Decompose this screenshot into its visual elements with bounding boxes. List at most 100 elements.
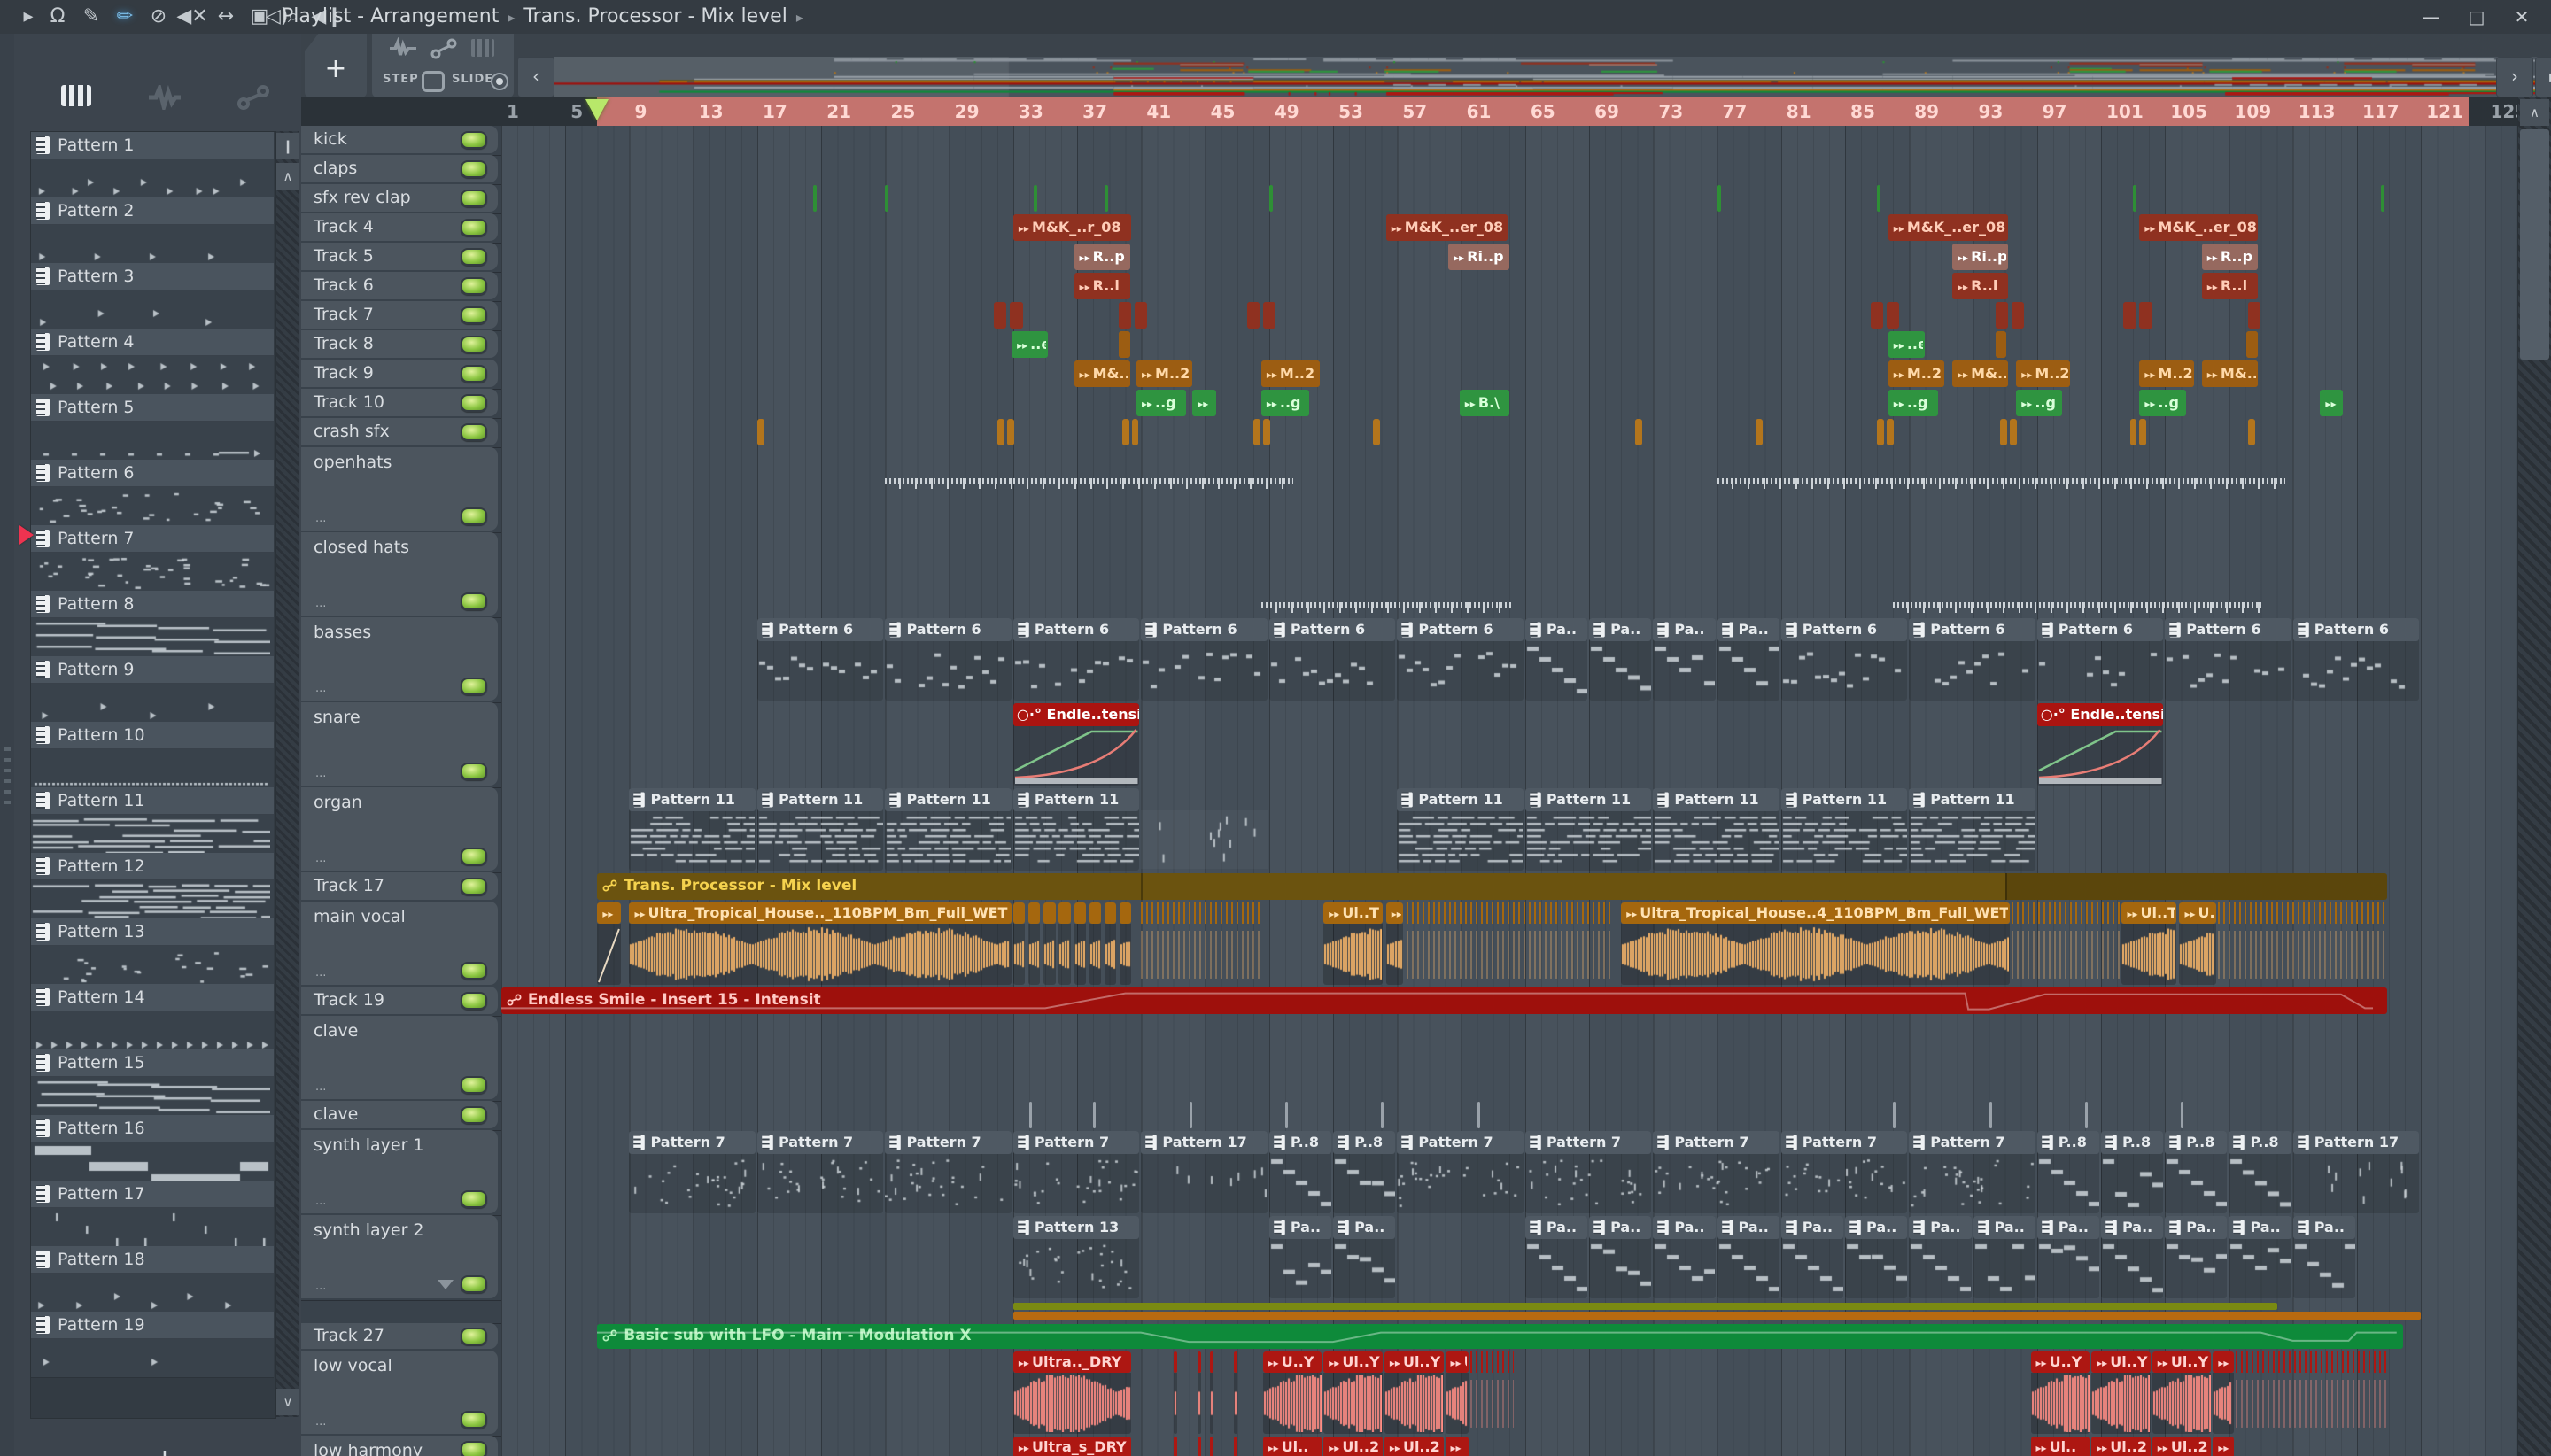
pattern-clip[interactable]: Pa.. (2229, 1216, 2291, 1298)
pattern-clip[interactable]: Pattern 11 (1909, 788, 2035, 871)
paint-icon[interactable]: ✏ (108, 0, 142, 34)
sliver-clip[interactable] (1104, 185, 1108, 212)
pattern-clip[interactable]: Pattern 6 (2292, 618, 2420, 701)
audio-clip[interactable] (2123, 302, 2136, 329)
sliver-clip[interactable] (1028, 1102, 1032, 1128)
collapsed-lane-strip[interactable] (1012, 1312, 2422, 1320)
audio-clip[interactable]: ▸▸ U..Y (1262, 1351, 1322, 1434)
audio-clip[interactable] (1119, 302, 1132, 329)
audio-clip[interactable]: ▸▸ M..2 (2016, 360, 2071, 387)
pattern-clip[interactable]: Pa.. (2101, 1216, 2164, 1298)
pattern-item[interactable]: Pattern 3 (31, 263, 274, 329)
sliver-clip[interactable] (1093, 1102, 1097, 1128)
pattern-clip[interactable]: Pattern 6 (885, 618, 1012, 701)
chopped-audio-region[interactable] (2217, 902, 2388, 985)
audio-clip[interactable]: ▸▸ M&.. (1952, 360, 2009, 387)
breadcrumb-view[interactable]: Playlist - Arrangement (282, 5, 499, 27)
track-lane[interactable]: ▸▸ M&.. ▸▸ M..2 ▸▸ M..2 ▸▸ M..2 ▸▸ M&.. ▸▸ M..2 ▸▸ M.… (501, 360, 2517, 389)
audio-clip[interactable]: ▸▸ R..l (2201, 273, 2258, 299)
pattern-item[interactable]: Pattern 18 (31, 1246, 274, 1313)
audio-clip[interactable]: ▸▸ Ul..2 (2091, 1437, 2151, 1456)
audio-clip[interactable] (1197, 1351, 1201, 1434)
audio-clip[interactable] (1995, 302, 2009, 329)
pattern-clip[interactable]: Pattern 7 (1909, 1131, 2035, 1213)
track-lane[interactable] (501, 301, 2517, 330)
sliver-clip[interactable] (1893, 1102, 1896, 1128)
audio-clip[interactable] (1121, 419, 1129, 445)
audio-clip[interactable]: ▸▸U.. (1445, 1351, 1469, 1434)
pattern-item[interactable]: Pattern 10 (31, 722, 274, 788)
pattern-item-header[interactable]: Pattern 6 (31, 460, 274, 487)
pattern-item-header[interactable]: Pattern 15 (31, 1049, 274, 1077)
sliver-clip[interactable] (1268, 185, 1273, 212)
audio-clip[interactable] (2011, 302, 2025, 329)
pattern-clip[interactable]: Pattern 7 (1397, 1131, 1524, 1213)
audio-clip[interactable] (1234, 1351, 1238, 1434)
track-lane[interactable]: ▸▸ R..l ▸▸ R..l ▸▸ R..l (501, 272, 2517, 301)
track-lane[interactable]: ▸▸Ultra.._DRY ▸▸U..Y ▸▸Ul..Y ▸▸Ul..Y ▸▸U.. ▸▸… (501, 1351, 2517, 1436)
track-header[interactable]: Track 10 (301, 389, 498, 416)
track-lane[interactable]: Pattern 7 Pattern 7 Pattern 7 Pattern 7 Patt… (501, 1130, 2517, 1215)
track-mute-led[interactable] (461, 159, 487, 178)
track-lane[interactable]: ▸▸ Ultra_s_DRY ▸▸ Ul.. ▸▸ Ul..2 ▸▸ Ul..2 ▸▸ ▸▸ Ul.… (501, 1436, 2517, 1456)
pattern-clip[interactable]: Pattern 11 (885, 788, 1012, 871)
track-lane[interactable] (501, 1101, 2517, 1130)
audio-clip[interactable]: ▸▸ Ultra.._DRY (1012, 1351, 1132, 1434)
track-lane[interactable]: ○⋅° Endle..tensit ○⋅° Endle..tensit (501, 702, 2517, 787)
pattern-item-header[interactable]: Pattern 14 (31, 984, 274, 1011)
pattern-clip[interactable]: Pattern 7 (1012, 1131, 1140, 1213)
track-mute-led[interactable] (461, 1275, 487, 1293)
audio-clip[interactable]: ▸▸ Ul.. (1262, 1437, 1322, 1456)
audio-clip[interactable]: ▸▸ ..e (1888, 331, 1926, 358)
track-mute-led[interactable] (461, 991, 487, 1010)
pattern-clip[interactable]: Pattern 6 (1909, 618, 2035, 701)
pattern-item-header[interactable]: Pattern 3 (31, 263, 274, 290)
audio-clip[interactable]: ▸▸ R..p (2201, 244, 2258, 270)
audio-clip[interactable]: ▸▸ (1385, 902, 1404, 985)
tab-automation-tab[interactable] (234, 85, 273, 120)
scroll-up-button[interactable]: ∧ (2520, 99, 2549, 126)
pattern-preview-region[interactable] (1141, 810, 1268, 869)
pattern-clip[interactable]: Pattern 17 (2292, 1131, 2420, 1213)
chopped-audio-region[interactable] (1470, 1351, 1514, 1434)
audio-clip[interactable] (994, 302, 1007, 329)
pattern-clip[interactable]: Pattern 7 (885, 1131, 1012, 1213)
track-mute-led[interactable] (461, 335, 487, 353)
pattern-clip[interactable]: Pa.. (1268, 1216, 1332, 1298)
pattern-list-scrollbar[interactable]: ❙ ∧ ∨ (276, 131, 299, 1417)
pattern-item[interactable]: Pattern 16 (31, 1115, 274, 1181)
step-toggle[interactable] (422, 71, 445, 92)
audio-clip[interactable]: ▸▸ R..p (1074, 244, 1130, 270)
pattern-item-header[interactable]: Pattern 1 (31, 132, 274, 159)
track-mute-led[interactable] (461, 962, 487, 980)
audio-clip[interactable]: ▸▸ Ul..2 (1323, 1437, 1383, 1456)
audio-clip[interactable] (1234, 1437, 1238, 1456)
audio-clip[interactable] (1006, 419, 1014, 445)
audio-clip[interactable]: ▸▸U.. (2179, 902, 2216, 985)
pattern-clip[interactable]: Pattern 6 (2036, 618, 2164, 701)
track-header[interactable]: Track 17 (301, 872, 498, 900)
pattern-item-header[interactable]: Pattern 17 (31, 1181, 274, 1208)
pattern-item-header[interactable]: Pattern 5 (31, 394, 274, 422)
track-lane[interactable]: Pattern 6 Pattern 6 Pattern 6 Pattern 6 Patt… (501, 617, 2517, 702)
track-mute-led[interactable] (461, 848, 487, 865)
track-header[interactable]: openhats... (301, 447, 498, 531)
track-header[interactable]: synth layer 1... (301, 1130, 498, 1213)
pattern-clip[interactable]: Pa.. (1524, 1216, 1588, 1298)
audio-clip[interactable]: ▸▸ ..g (2016, 390, 2063, 416)
audio-clip[interactable] (1246, 302, 1260, 329)
audio-clip[interactable] (1877, 419, 1885, 445)
audio-clip[interactable]: ▸▸ (597, 902, 622, 985)
audio-clip[interactable]: ▸▸ M&.. (1074, 360, 1130, 387)
sliver-clip[interactable] (1477, 1102, 1480, 1128)
magnet-icon[interactable]: Ω (41, 0, 74, 34)
audio-clip[interactable]: ▸▸ ..g (1136, 390, 1186, 416)
audio-clip[interactable] (1210, 1437, 1214, 1456)
pattern-clip[interactable]: P..8 (2165, 1131, 2228, 1213)
piano-icon[interactable] (471, 39, 494, 57)
audio-clip[interactable] (1886, 419, 1894, 445)
pattern-clip[interactable]: Pa.. (1524, 618, 1588, 701)
audio-clip[interactable] (1262, 419, 1270, 445)
sliver-clip[interactable] (813, 185, 818, 212)
track-lane[interactable]: ▸▸ ..g ▸▸ ▸▸ ..g ▸▸ B.\ ▸▸ ..g ▸▸ ..g ▸▸ ..g ▸▸ (501, 389, 2517, 418)
